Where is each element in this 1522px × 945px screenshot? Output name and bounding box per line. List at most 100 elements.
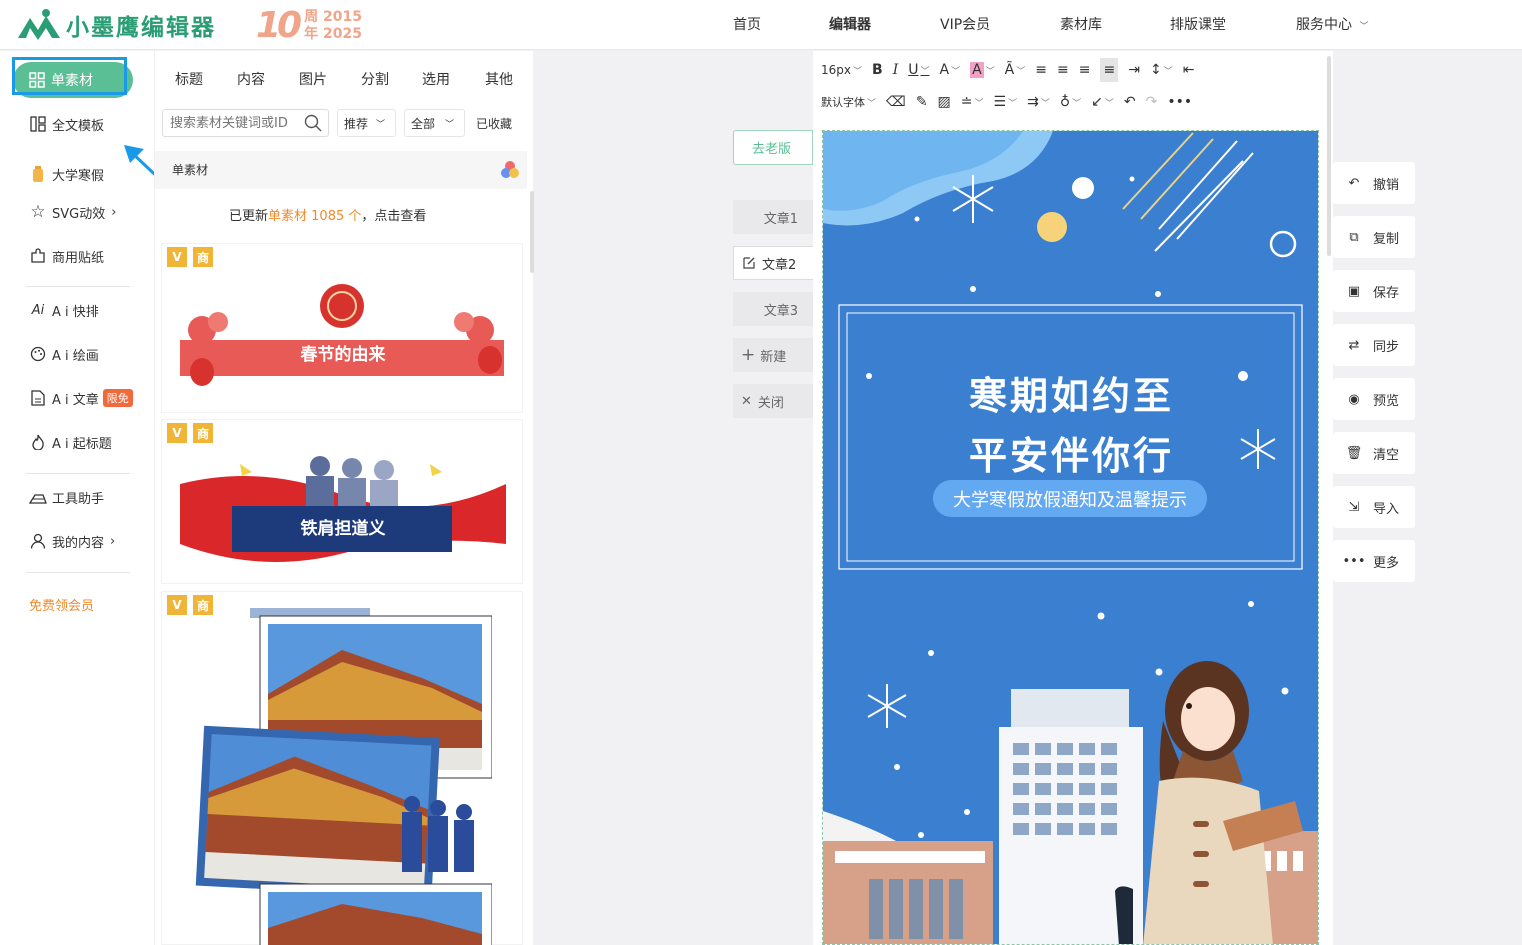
italic-icon[interactable]: I — [893, 58, 899, 82]
sidebar-item-svg[interactable]: ☆ SVG动效 › — [29, 202, 116, 222]
sidebar-item-tools[interactable]: 工具助手 — [29, 487, 104, 507]
line-height-icon[interactable]: ↕ ﹀ — [1150, 58, 1173, 82]
sidebar-item-label: 商用贴纸 — [52, 250, 105, 266]
sidebar-item-ai-article[interactable]: A i 文章 限免 — [29, 388, 133, 408]
card-title: 春节的由来 — [300, 345, 386, 365]
search-input[interactable] — [163, 110, 303, 136]
poster-subtitle: 大学寒假放假通知及温馨提示 — [933, 480, 1207, 517]
chevron-down-icon: ﹀ — [867, 98, 877, 109]
font-family-select[interactable]: 默认字体 ﹀ — [821, 90, 876, 114]
nav-service[interactable]: 服务中心 ﹀ — [1296, 0, 1368, 50]
nav-editor[interactable]: 编辑器 — [829, 0, 871, 50]
article-tab-3[interactable]: 文章3 — [733, 292, 813, 326]
colors-icon[interactable] — [499, 159, 521, 181]
clear-button[interactable]: 🗑 清空 — [1333, 432, 1415, 474]
trash-icon: 🗑 — [1345, 445, 1363, 461]
spacing-icon[interactable]: ≐ ﹀ — [961, 90, 984, 114]
sidebar-item-label: A i 起标题 — [52, 436, 112, 452]
sidebar-item-label: A i 绘画 — [52, 348, 99, 364]
redo-icon[interactable]: ↷ — [1146, 90, 1158, 114]
underline-icon[interactable]: U ﹀ — [908, 58, 929, 82]
editor-canvas[interactable]: 寒期如约至 平安伴你行 大学寒假放假通知及温馨提示 — [822, 130, 1319, 945]
font-color-icon[interactable]: A ﹀ — [939, 58, 960, 82]
scope-select[interactable]: 全部 ﹀ — [404, 109, 465, 137]
indent-icon[interactable]: ⇥ — [1128, 58, 1140, 82]
divider — [26, 572, 130, 573]
sort-select[interactable]: 推荐 ﹀ — [337, 109, 396, 137]
search-box — [162, 109, 329, 137]
exit-icon[interactable]: ⇤ — [1183, 58, 1195, 82]
format-brush-icon[interactable]: ✎ — [916, 90, 928, 114]
tab-content[interactable]: 内容 — [237, 69, 265, 89]
user-icon — [29, 532, 47, 550]
tab-title[interactable]: 标题 — [175, 69, 203, 89]
undo-label: 撤销 — [1373, 177, 1400, 193]
sidebar-item-my-content[interactable]: 我的内容 › — [29, 531, 115, 551]
divider-line-icon[interactable]: ☰ ﹀ — [994, 90, 1018, 114]
nav-materials[interactable]: 素材库 — [1060, 0, 1102, 50]
bulb-icon[interactable]: ♁ ﹀ — [1060, 90, 1081, 114]
highlight-color-icon[interactable]: A ﹀ — [970, 58, 995, 82]
sidebar-item-ai-layout[interactable]: Ai A i 快排 — [29, 300, 99, 320]
new-article-button[interactable]: + 新建 — [733, 338, 813, 372]
bold-icon[interactable]: B — [872, 58, 883, 82]
justify-icon[interactable]: ≡ — [1100, 58, 1119, 82]
divider — [26, 473, 130, 474]
material-card[interactable]: V 商 — [161, 591, 523, 945]
undo-button[interactable]: ↶ 撤销 — [1333, 162, 1415, 204]
search-icon[interactable] — [304, 114, 322, 132]
font-size-select[interactable]: 16px ﹀ — [821, 58, 862, 82]
tab-selected[interactable]: 选用 — [422, 69, 450, 89]
sidebar-item-winter[interactable]: 大学寒假 — [29, 164, 104, 184]
nav-home[interactable]: 首页 — [733, 0, 761, 50]
sidebar-item-ai-title[interactable]: A i 起标题 — [29, 432, 112, 452]
import-button[interactable]: ⇲ 导入 — [1333, 486, 1415, 528]
save-button[interactable]: ▣ 保存 — [1333, 270, 1415, 312]
sync-button[interactable]: ⇄ 同步 — [1333, 324, 1415, 366]
copy-button[interactable]: ⧉ 复制 — [1333, 216, 1415, 258]
update-count: 单素材 1085 个 — [268, 209, 362, 224]
favorites-filter[interactable]: 已收藏 — [476, 115, 512, 132]
old-version-button[interactable]: 去老版 — [733, 130, 813, 165]
cursor-icon[interactable]: ↙ ﹀ — [1091, 90, 1114, 114]
sidebar-item-ai-paint[interactable]: A i 绘画 — [29, 344, 99, 364]
commercial-tag: 商 — [193, 247, 213, 267]
chevron-down-icon: ﹀ — [445, 119, 455, 130]
editor-scrollbar[interactable] — [1327, 56, 1331, 256]
more-button[interactable]: ••• 更多 — [1333, 540, 1415, 582]
free-vip-link[interactable]: 免费领会员 — [29, 595, 94, 614]
article-tab-1[interactable]: 文章1 — [733, 200, 813, 234]
preview-button[interactable]: ◉ 预览 — [1333, 378, 1415, 420]
article-tab-2[interactable]: 文章2 — [733, 246, 813, 280]
text-effect-icon[interactable]: Ã ﹀ — [1005, 58, 1026, 82]
scope-select-value: 全部 — [411, 116, 436, 131]
nav-course[interactable]: 排版课堂 — [1170, 0, 1226, 50]
full-template-item[interactable]: 全文模板 — [29, 114, 104, 134]
flame-icon — [29, 433, 47, 451]
update-notice[interactable]: 已更新单素材 1085 个，点击查看 — [229, 205, 426, 224]
logo[interactable]: 小墨鹰编辑器 — [16, 8, 216, 42]
align-right-icon[interactable]: ≡ — [1079, 58, 1091, 82]
image-icon[interactable]: ▨ — [938, 90, 951, 114]
undo-icon[interactable]: ↶ — [1124, 90, 1136, 114]
panel-scrollbar[interactable] — [530, 191, 534, 273]
puzzle-icon — [29, 247, 47, 265]
more-dots-icon[interactable]: ••• — [1167, 90, 1192, 114]
eraser-icon[interactable]: ⌫ — [886, 90, 906, 114]
paragraph-indent-icon[interactable]: ⇉ ﹀ — [1027, 90, 1050, 114]
tab-divider[interactable]: 分割 — [361, 69, 389, 89]
vip-tag: V — [167, 247, 187, 267]
winter-poster-icon — [823, 131, 1318, 944]
tab-other[interactable]: 其他 — [485, 69, 513, 89]
align-center-icon[interactable]: ≡ — [1057, 58, 1069, 82]
nav-vip[interactable]: VIP会员 — [940, 0, 990, 50]
align-left-icon[interactable]: ≡ — [1035, 58, 1047, 82]
chevron-down-icon: ﹀ — [1359, 22, 1369, 32]
material-card[interactable]: V 商 春节的由来 — [161, 243, 523, 413]
tab-image[interactable]: 图片 — [299, 69, 327, 89]
close-article-button[interactable]: ✕ 关闭 — [733, 384, 813, 418]
sidebar-item-stickers[interactable]: 商用贴纸 — [29, 246, 104, 266]
preview-label: 预览 — [1373, 393, 1400, 409]
material-card[interactable]: V 商 铁肩担道义 — [161, 419, 523, 584]
forbidden-city-photos-icon — [195, 608, 492, 945]
